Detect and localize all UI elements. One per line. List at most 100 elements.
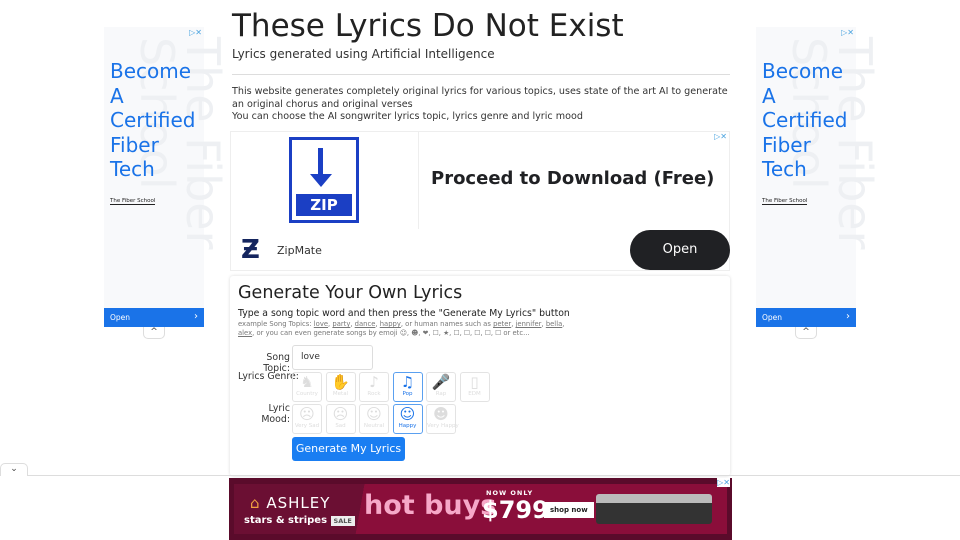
microphone-icon: 🎤: [431, 373, 451, 391]
intro-text: This website generates completely origin…: [232, 86, 732, 124]
speaker-icon: ▯: [470, 373, 479, 391]
option-label: Pop: [402, 391, 413, 397]
name-link[interactable]: peter: [493, 320, 511, 328]
option-label: Very Happy: [427, 423, 459, 429]
chevron-up-icon: ^: [802, 327, 810, 337]
ad-open-button[interactable]: Open ›: [104, 308, 204, 327]
ad-headline[interactable]: Proceed to Download (Free): [431, 168, 714, 189]
ad-brand: ASHLEY: [266, 494, 331, 512]
genre-option-metal[interactable]: ✋ Metal: [325, 372, 356, 402]
topic-link[interactable]: dance: [355, 320, 376, 328]
ad-tagline: stars & stripes SALE: [244, 515, 355, 526]
sale-badge: SALE: [330, 516, 355, 526]
option-label: EDM: [468, 391, 481, 397]
mood-option-sad[interactable]: ☹ Sad: [325, 404, 356, 434]
ad-price: $799: [482, 496, 549, 524]
ad-headline[interactable]: Become A Certified Fiber Tech: [110, 59, 204, 182]
chevron-right-icon: ›: [194, 311, 198, 322]
genre-label: Lyrics Genre:: [238, 371, 299, 382]
rock-hand-icon: ✋: [331, 373, 350, 391]
name-link[interactable]: jennifer: [516, 320, 542, 328]
ad-choices-icon[interactable]: ▷✕: [717, 478, 730, 487]
bottom-ad[interactable]: ⌂ ASHLEY stars & stripes SALE hot buys N…: [229, 478, 732, 540]
expand-ad-button[interactable]: ⌄: [0, 463, 28, 476]
example-topics: example Song Topics: love, party, dance,…: [238, 320, 565, 337]
divider: [0, 475, 960, 476]
ad-headline[interactable]: Become A Certified Fiber Tech: [762, 59, 856, 182]
intro-line: This website generates completely origin…: [232, 86, 728, 110]
names-prefix: , or human names such as: [400, 320, 491, 328]
ashley-logo: ⌂ ASHLEY: [250, 494, 330, 512]
happy-face-icon: ☺: [399, 405, 416, 423]
open-label: Open: [110, 313, 131, 322]
top-ad[interactable]: ▷✕ ZIP Proceed to Download (Free) Ƶ ZipM…: [230, 131, 730, 271]
option-label: Rock: [367, 391, 381, 397]
zip-label: ZIP: [296, 194, 352, 216]
neutral-face-icon: ☺: [366, 405, 382, 423]
example-prefix: example Song Topics:: [238, 320, 312, 328]
generate-form: Generate Your Own Lyrics Type a song top…: [230, 276, 730, 476]
very-sad-face-icon: ☹: [299, 405, 315, 423]
form-instruction: Type a song topic word and then press th…: [238, 308, 570, 319]
mattress-image: [596, 494, 712, 524]
intro-line: You can choose the AI songwriter lyrics …: [232, 111, 583, 122]
name-link[interactable]: bella: [546, 320, 562, 328]
option-label: Sad: [335, 423, 346, 429]
mood-option-happy[interactable]: ☺ Happy: [392, 404, 423, 434]
guitar-icon: ♪: [369, 373, 379, 391]
generate-lyrics-button[interactable]: Generate My Lyrics: [292, 437, 405, 461]
zip-file-image: ZIP: [231, 132, 419, 229]
genre-option-rap[interactable]: 🎤 Rap: [426, 372, 456, 402]
option-label: Very Sad: [294, 423, 320, 429]
option-label: Metal: [332, 391, 349, 397]
option-label: Happy: [398, 423, 417, 429]
option-label: Country: [296, 391, 318, 397]
sad-face-icon: ☹: [332, 405, 349, 423]
ad-choices-icon[interactable]: ▷✕: [714, 132, 727, 141]
ad-choices-icon[interactable]: ▷✕: [189, 28, 202, 37]
horse-rider-icon: ♞: [300, 373, 314, 391]
chevron-up-icon: ^: [150, 327, 158, 337]
zip-file-icon: ZIP: [289, 137, 359, 223]
music-notes-icon: ♫: [400, 373, 415, 391]
house-icon: ⌂: [250, 494, 261, 512]
page-subtitle: Lyrics generated using Artificial Intell…: [232, 47, 495, 61]
emoji-text: , or you can even generate songs by emoj…: [252, 329, 530, 337]
side-ad-left[interactable]: The Fiber School ▷✕ Become A Certified F…: [104, 27, 230, 327]
chevron-down-icon: ⌄: [10, 464, 18, 474]
divider: [232, 74, 730, 75]
mood-option-very-sad[interactable]: ☹ Very Sad: [292, 404, 322, 434]
side-ad-right[interactable]: The Fiber School ▷✕ Become A Certified F…: [756, 27, 882, 327]
ad-advertiser[interactable]: The Fiber School: [762, 198, 808, 205]
option-label: Neutral: [363, 423, 385, 429]
mood-option-very-happy[interactable]: ☻ Very Happy: [426, 404, 459, 434]
collapse-ad-button[interactable]: ^: [143, 327, 165, 339]
shop-now-button[interactable]: shop now: [544, 502, 594, 518]
mood-label: Lyric Mood:: [261, 403, 290, 425]
chevron-right-icon: ›: [846, 311, 850, 322]
ad-open-button[interactable]: Open ›: [756, 308, 856, 327]
ad-brand[interactable]: ZipMate: [277, 244, 322, 257]
very-happy-face-icon: ☻: [433, 405, 449, 423]
ad-choices-icon[interactable]: ▷✕: [841, 28, 854, 37]
topic-link[interactable]: happy: [380, 320, 401, 328]
name-link[interactable]: alex: [238, 329, 252, 337]
open-label: Open: [762, 313, 783, 322]
tagline-text: stars & stripes: [244, 515, 328, 526]
page-title: These Lyrics Do Not Exist: [232, 8, 624, 44]
mood-option-neutral[interactable]: ☺ Neutral: [359, 404, 389, 434]
genre-option-rock[interactable]: ♪ Rock: [359, 372, 389, 402]
genre-option-edm[interactable]: ▯ EDM: [459, 372, 490, 402]
genre-option-country[interactable]: ♞ Country: [292, 372, 322, 402]
ad-open-button[interactable]: Open: [630, 230, 730, 270]
topic-link[interactable]: love: [314, 320, 328, 328]
zipmate-logo-icon: Ƶ: [241, 235, 260, 265]
song-topic-input[interactable]: love: [292, 345, 373, 370]
option-label: Rap: [435, 391, 447, 397]
form-title: Generate Your Own Lyrics: [238, 283, 463, 303]
genre-option-pop[interactable]: ♫ Pop: [392, 372, 423, 402]
collapse-ad-button[interactable]: ^: [795, 327, 817, 339]
ad-advertiser[interactable]: The Fiber School: [110, 198, 156, 205]
ad-headline: hot buys: [364, 490, 497, 521]
topic-link[interactable]: party: [332, 320, 350, 328]
